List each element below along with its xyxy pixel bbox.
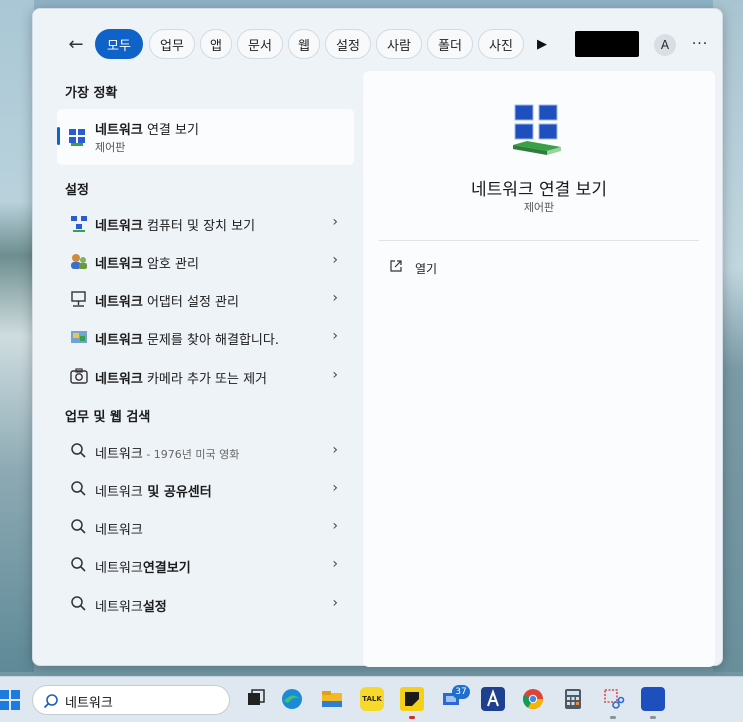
chevron-right-icon[interactable]: › (332, 252, 338, 268)
settings-item-label: 네트워크 암호 관리 (95, 257, 199, 272)
divider (379, 240, 699, 241)
wallpaper-left (0, 0, 34, 672)
web-search-item[interactable]: 네트워크설정 › (57, 587, 354, 621)
tab-people[interactable]: 사람 (376, 29, 422, 59)
app-a-icon[interactable] (481, 687, 505, 711)
best-match-subtitle: 제어판 (95, 141, 126, 154)
camera-icon (70, 368, 88, 384)
network-adapter-icon (71, 291, 86, 307)
search-icon (71, 443, 86, 458)
snipping-tool-icon[interactable] (601, 687, 625, 711)
settings-item-label: 네트워크 카메라 추가 또는 제거 (95, 372, 268, 387)
settings-item[interactable]: 네트워크 카메라 추가 또는 제거 › (57, 359, 354, 393)
settings-item[interactable]: 네트워크 문제를 찾아 해결합니다. › (57, 320, 354, 354)
app-blue-icon[interactable] (641, 687, 665, 711)
web-search-item-label: 네트워크 및 공유센터 (95, 485, 212, 500)
search-icon (71, 557, 86, 572)
web-search-item-label: 네트워크 (95, 523, 143, 538)
chevron-right-icon[interactable]: › (332, 442, 338, 458)
file-explorer-icon[interactable] (320, 687, 344, 711)
search-icon (71, 596, 86, 611)
tab-all[interactable]: 모두 (95, 29, 143, 59)
edge-browser-icon[interactable] (280, 687, 304, 711)
network-connections-large-icon (513, 104, 561, 155)
preview-title: 네트워크 연결 보기 (471, 180, 607, 200)
back-arrow-icon[interactable]: ← (65, 33, 87, 55)
user-accounts-icon (71, 254, 87, 269)
troubleshoot-icon (71, 331, 87, 343)
chevron-right-icon[interactable]: › (332, 214, 338, 230)
preview-pane: 네트워크 연결 보기 제어판 열기 (363, 71, 715, 667)
settings-item[interactable]: 네트워크 컴퓨터 및 장치 보기 › (57, 206, 354, 240)
chevron-right-icon[interactable]: › (332, 328, 338, 344)
web-search-heading: 업무 및 웹 검색 (65, 410, 151, 425)
running-indicator (650, 716, 656, 719)
preview-subtitle: 제어판 (523, 201, 555, 214)
best-match-item[interactable]: 네트워크 연결 보기 제어판 (57, 109, 354, 165)
taskbar: 네트워크 TALK 37 (0, 676, 743, 722)
chevron-right-icon[interactable]: › (332, 480, 338, 496)
web-search-item-label: 네트워크 - 1976년 미국 영화 (95, 447, 240, 462)
settings-item[interactable]: 네트워크 어댑터 설정 관리 › (57, 282, 354, 316)
settings-item[interactable]: 네트워크 암호 관리 › (57, 244, 354, 278)
settings-heading: 설정 (65, 183, 89, 198)
tab-photos[interactable]: 사진 (478, 29, 524, 59)
search-query[interactable]: 네트워크 (65, 692, 113, 711)
search-panel: ← 모두 업무 앱 문서 웹 설정 사람 폴더 사진 ▶ A ··· 가장 정확… (32, 8, 723, 667)
notification-badge: 37 (452, 685, 470, 699)
windows-start-icon[interactable] (0, 689, 22, 711)
web-search-item-label: 네트워크설정 (95, 600, 167, 615)
scroll-tabs-icon[interactable]: ▶ (535, 35, 549, 53)
tab-apps[interactable]: 앱 (200, 29, 232, 59)
active-indicator (409, 716, 415, 719)
filter-bar: ← 모두 업무 앱 문서 웹 설정 사람 폴더 사진 ▶ A ··· (33, 29, 722, 61)
web-search-item[interactable]: 네트워크 및 공유센터 › (57, 472, 354, 506)
web-search-item[interactable]: 네트워크 - 1976년 미국 영화 › (57, 434, 354, 468)
tab-web[interactable]: 웹 (288, 29, 320, 59)
task-view-icon[interactable] (244, 687, 268, 711)
settings-item-label: 네트워크 문제를 찾아 해결합니다. (95, 333, 279, 348)
search-icon (71, 481, 86, 496)
redacted-profile (575, 31, 639, 57)
chevron-right-icon[interactable]: › (332, 290, 338, 306)
best-match-title: 네트워크 연결 보기 (95, 123, 199, 138)
network-computers-icon (71, 216, 87, 232)
chevron-right-icon[interactable]: › (332, 556, 338, 572)
running-indicator (610, 716, 616, 719)
open-action[interactable]: 열기 (415, 260, 437, 277)
web-search-item[interactable]: 네트워크 › (57, 510, 354, 544)
web-search-item[interactable]: 네트워크연결보기 › (57, 548, 354, 582)
chrome-browser-icon[interactable] (521, 687, 545, 711)
more-options-icon[interactable]: ··· (689, 33, 711, 55)
settings-item-label: 네트워크 컴퓨터 및 장치 보기 (95, 219, 256, 234)
search-icon (71, 519, 86, 534)
tab-settings[interactable]: 설정 (325, 29, 371, 59)
account-avatar[interactable]: A (654, 34, 676, 56)
open-external-icon[interactable] (389, 259, 403, 273)
chevron-right-icon[interactable]: › (332, 595, 338, 611)
network-connections-icon (69, 129, 85, 146)
tab-documents[interactable]: 문서 (237, 29, 283, 59)
best-match-heading: 가장 정확 (65, 86, 118, 101)
web-search-item-label: 네트워크연결보기 (95, 561, 191, 576)
taskbar-search-input[interactable]: 네트워크 (32, 685, 230, 715)
search-icon (43, 694, 58, 709)
chevron-right-icon[interactable]: › (332, 518, 338, 534)
kakaotalk-icon[interactable]: TALK (360, 687, 384, 711)
tab-folders[interactable]: 폴더 (427, 29, 473, 59)
selection-accent (57, 127, 60, 145)
tab-work[interactable]: 업무 (149, 29, 195, 59)
calculator-icon[interactable] (561, 687, 585, 711)
chevron-right-icon[interactable]: › (332, 367, 338, 383)
settings-item-label: 네트워크 어댑터 설정 관리 (95, 295, 239, 310)
sticky-notes-icon[interactable] (400, 687, 424, 711)
